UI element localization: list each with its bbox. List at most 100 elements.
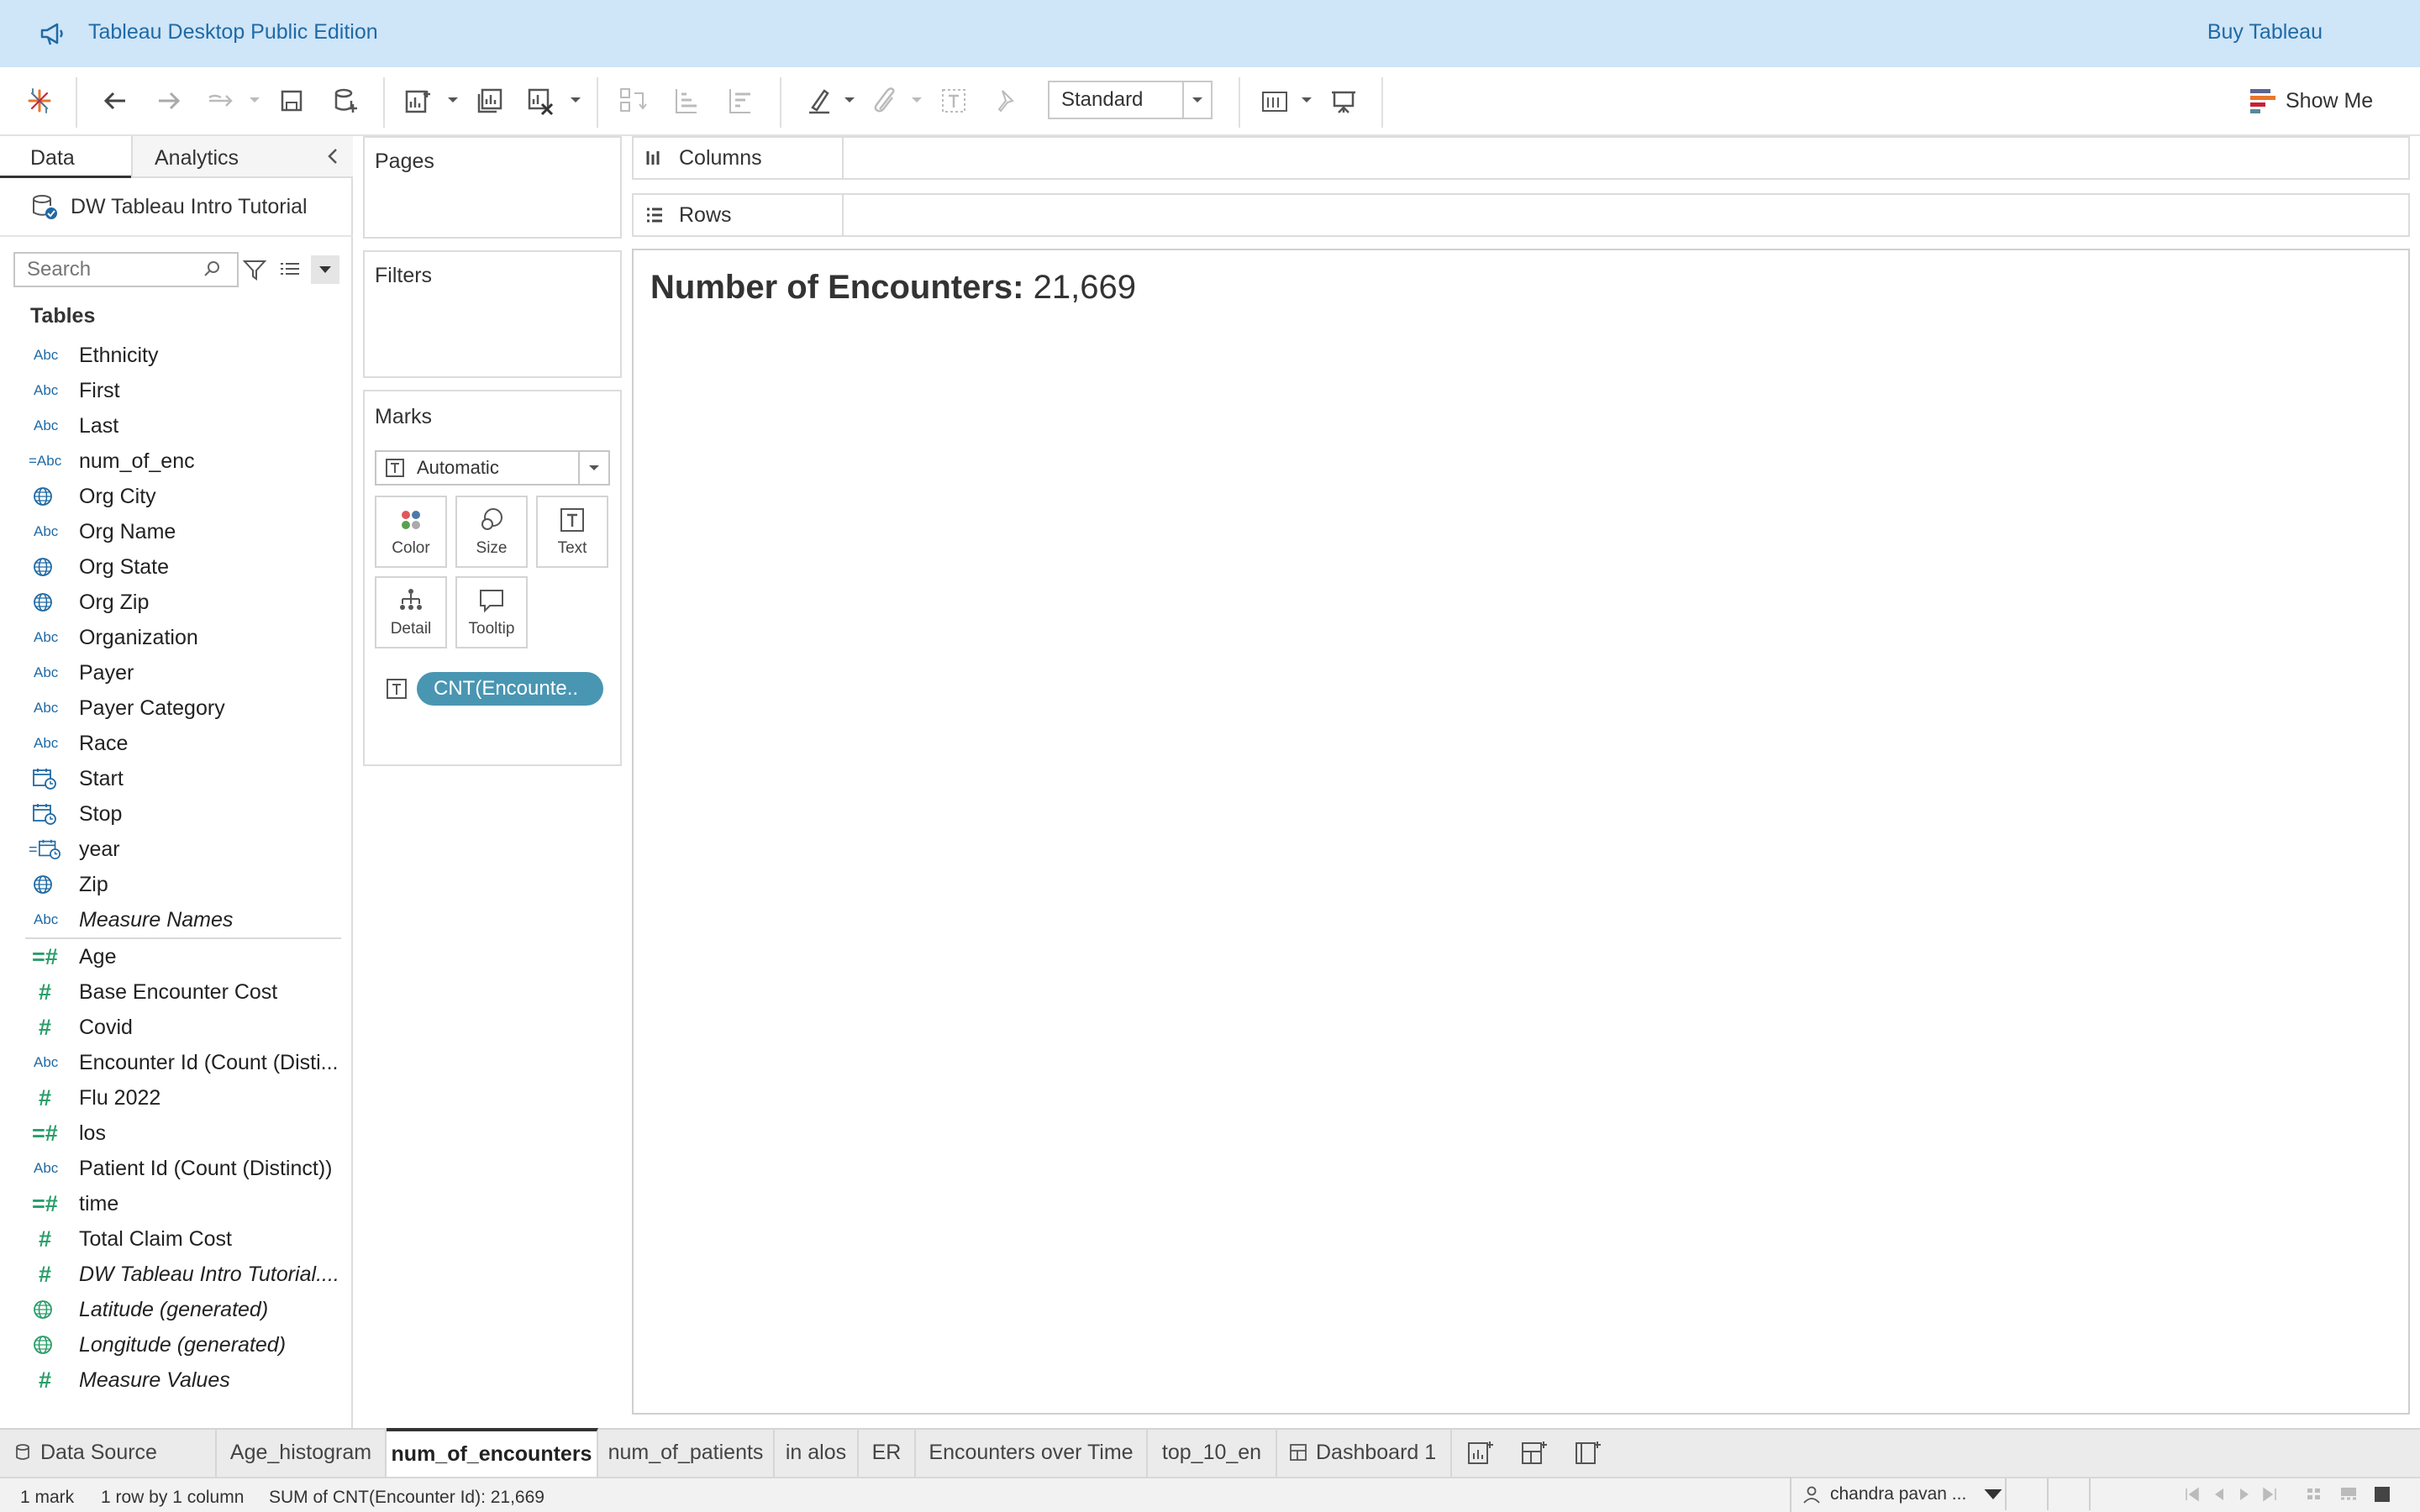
field-item[interactable]: Abc Race: [0, 726, 353, 761]
mark-type-select[interactable]: Automatic: [375, 450, 610, 486]
field-item[interactable]: =# time: [0, 1186, 353, 1221]
collapse-pane-icon[interactable]: [323, 146, 343, 166]
sheet-tab[interactable]: top_10_en: [1148, 1428, 1277, 1477]
field-item[interactable]: # Covid: [0, 1010, 353, 1045]
field-item[interactable]: Abc Encounter Id (Count (Disti...: [0, 1045, 353, 1080]
field-item[interactable]: # Measure Values: [0, 1362, 353, 1398]
field-item[interactable]: Abc Payer Category: [0, 690, 353, 726]
text-button[interactable]: Text: [536, 496, 608, 568]
tab-data-source[interactable]: Data Source: [0, 1428, 217, 1477]
save-icon[interactable]: [276, 85, 308, 117]
fit-select[interactable]: Standard: [1048, 81, 1213, 119]
clear-sheet-icon[interactable]: [524, 85, 556, 117]
sheet-tab[interactable]: Age_histogram: [217, 1428, 387, 1477]
field-item[interactable]: =# los: [0, 1116, 353, 1151]
field-item[interactable]: # Total Claim Cost: [0, 1221, 353, 1257]
highlight-dropdown-icon[interactable]: [844, 96, 855, 104]
sort-descending-icon[interactable]: [724, 85, 756, 117]
filter-icon[interactable]: [242, 257, 267, 282]
field-item[interactable]: =# Age: [0, 939, 353, 974]
sheet-tab[interactable]: num_of_patients: [598, 1428, 775, 1477]
duplicate-sheet-icon[interactable]: [474, 85, 506, 117]
replay-dropdown-icon[interactable]: [249, 96, 260, 104]
filters-shelf[interactable]: Filters: [363, 250, 622, 378]
viz-canvas[interactable]: [632, 249, 2410, 1415]
filmstrip-icon[interactable]: [2339, 1485, 2358, 1504]
new-worksheet-tab-icon[interactable]: [1465, 1438, 1496, 1468]
buy-tableau-link[interactable]: Buy Tableau: [2207, 20, 2323, 45]
view-options-dropdown[interactable]: [311, 255, 339, 284]
field-item[interactable]: Abc Payer: [0, 655, 353, 690]
clear-sheet-dropdown-icon[interactable]: [570, 96, 581, 104]
show-cards-dropdown-icon[interactable]: [1301, 96, 1313, 104]
size-button[interactable]: Size: [455, 496, 528, 568]
chevron-down-icon[interactable]: [1182, 82, 1211, 118]
field-item[interactable]: Abc Measure Names: [0, 902, 353, 937]
show-cards-icon[interactable]: [1259, 85, 1291, 117]
tab-dashboard-1[interactable]: Dashboard 1: [1277, 1428, 1452, 1477]
new-worksheet-icon[interactable]: [402, 85, 434, 117]
next-sheet-icon[interactable]: [2235, 1485, 2254, 1504]
search-field[interactable]: [13, 252, 239, 287]
chevron-down-icon[interactable]: [578, 452, 608, 484]
redo-icon[interactable]: [153, 85, 185, 117]
last-sheet-icon[interactable]: [2260, 1485, 2279, 1504]
new-datasource-icon[interactable]: [329, 85, 361, 117]
field-item[interactable]: Abc Org Name: [0, 514, 353, 549]
new-dashboard-tab-icon[interactable]: [1519, 1438, 1549, 1468]
sheet-tab[interactable]: in alos: [775, 1428, 859, 1477]
sheet-tab[interactable]: ER: [859, 1428, 916, 1477]
sort-ascending-icon[interactable]: [671, 85, 702, 117]
previous-sheet-icon[interactable]: [2210, 1485, 2228, 1504]
field-item[interactable]: Latitude (generated): [0, 1292, 353, 1327]
field-item[interactable]: # Base Encounter Cost: [0, 974, 353, 1010]
field-item[interactable]: # DW Tableau Intro Tutorial....: [0, 1257, 353, 1292]
detail-button[interactable]: Detail: [375, 576, 447, 648]
field-item[interactable]: Org City: [0, 479, 353, 514]
field-item[interactable]: Stop: [0, 796, 353, 832]
highlight-icon[interactable]: [803, 85, 835, 117]
field-item[interactable]: Abc Ethnicity: [0, 338, 353, 373]
field-item[interactable]: Abc Last: [0, 408, 353, 444]
first-sheet-icon[interactable]: [2183, 1485, 2202, 1504]
search-input[interactable]: [15, 258, 200, 281]
field-item[interactable]: Abc Patient Id (Count (Distinct)): [0, 1151, 353, 1186]
presentation-mode-icon[interactable]: [1328, 85, 1360, 117]
show-mark-labels-icon[interactable]: [938, 85, 970, 117]
fix-axes-icon[interactable]: [990, 85, 1022, 117]
rows-shelf[interactable]: Rows: [632, 193, 2410, 237]
sheet-tab[interactable]: num_of_encounters: [387, 1428, 598, 1477]
tab-analytics[interactable]: Analytics: [131, 136, 353, 178]
field-item[interactable]: Zip: [0, 867, 353, 902]
field-item[interactable]: =Abc num_of_enc: [0, 444, 353, 479]
tabs-view-icon[interactable]: [2373, 1485, 2391, 1504]
field-item[interactable]: # Flu 2022: [0, 1080, 353, 1116]
group-members-icon[interactable]: [869, 85, 901, 117]
field-item[interactable]: Org Zip: [0, 585, 353, 620]
field-item[interactable]: = year: [0, 832, 353, 867]
field-item[interactable]: Abc First: [0, 373, 353, 408]
sheet-tab[interactable]: Encounters over Time: [916, 1428, 1148, 1477]
field-item[interactable]: Start: [0, 761, 353, 796]
measure-pill[interactable]: CNT(Encounte..: [417, 672, 603, 706]
tableau-logo-icon[interactable]: [24, 85, 55, 117]
sheet-sorter-icon[interactable]: [2306, 1485, 2324, 1504]
tooltip-button[interactable]: Tooltip: [455, 576, 528, 648]
field-item[interactable]: Abc Organization: [0, 620, 353, 655]
pages-shelf[interactable]: Pages: [363, 136, 622, 239]
undo-icon[interactable]: [99, 85, 131, 117]
datasource-item[interactable]: DW Tableau Intro Tutorial: [30, 190, 308, 223]
swap-rows-columns-icon[interactable]: [617, 85, 649, 117]
replay-icon[interactable]: [205, 85, 237, 117]
list-view-icon[interactable]: [277, 257, 302, 282]
user-menu[interactable]: chandra pavan ...: [1790, 1477, 2012, 1512]
field-item[interactable]: Longitude (generated): [0, 1327, 353, 1362]
new-story-tab-icon[interactable]: [1573, 1438, 1603, 1468]
show-me-button[interactable]: Show Me: [2249, 84, 2373, 118]
group-dropdown-icon[interactable]: [911, 96, 923, 104]
field-item[interactable]: Org State: [0, 549, 353, 585]
new-worksheet-dropdown-icon[interactable]: [447, 96, 459, 104]
columns-shelf[interactable]: Columns: [632, 136, 2410, 180]
color-button[interactable]: Color: [375, 496, 447, 568]
viz-text-mark[interactable]: Number of Encounters: 21,669: [650, 269, 1136, 307]
